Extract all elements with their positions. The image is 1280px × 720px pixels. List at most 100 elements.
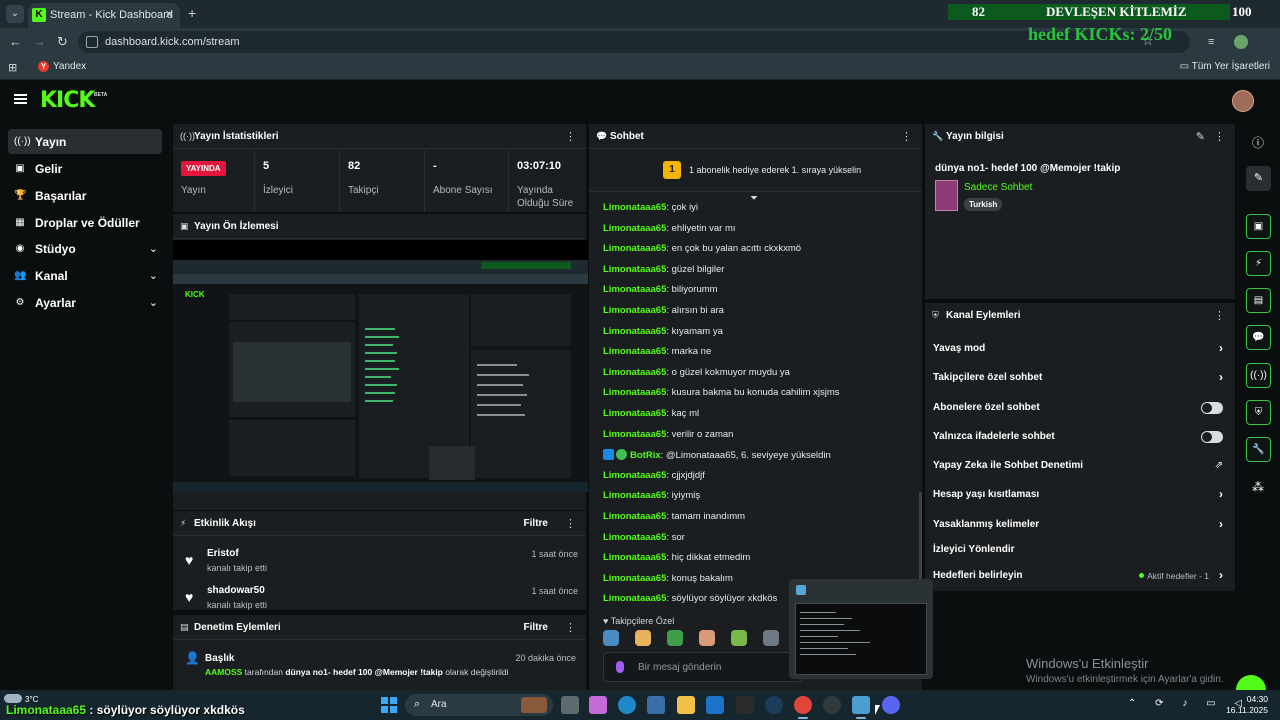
stream-category[interactable]: Sadece Sohbet	[964, 182, 1032, 193]
outlook-icon[interactable]	[706, 696, 724, 714]
chat-username[interactable]: Limonataaa65	[603, 408, 666, 419]
discord-icon[interactable]	[882, 696, 900, 714]
sidebar-item-kanal[interactable]: 👥 Kanal ⌄	[8, 263, 162, 288]
microphone-icon[interactable]	[616, 661, 624, 673]
more-options-icon[interactable]: ⋮	[1214, 130, 1225, 143]
browser-tab[interactable]: K Stream - Kick Dashboard ✕	[28, 3, 180, 28]
chat-username[interactable]: Limonataaa65	[603, 346, 666, 357]
epic-games-icon[interactable]	[736, 696, 754, 714]
site-info-icon[interactable]	[86, 36, 98, 48]
new-tab-button[interactable]: +	[188, 5, 196, 21]
sidebar-item-gelir[interactable]: ▣ Gelir	[8, 156, 162, 181]
browser-profile-avatar[interactable]	[1234, 35, 1248, 49]
more-options-icon[interactable]: ⋮	[565, 621, 576, 634]
pinned-messages-icon[interactable]: ⏷	[750, 193, 758, 204]
chat-username[interactable]: Limonataaa65	[603, 305, 666, 316]
chat-username[interactable]: Limonataaa65	[603, 552, 666, 563]
sidebar-item-yayin[interactable]: ((·)) Yayın	[8, 129, 162, 154]
emote-icon[interactable]	[731, 630, 747, 646]
action-followers-only[interactable]: Takipçilere özel sohbet ›	[925, 364, 1233, 393]
emote-only-toggle[interactable]	[1201, 431, 1223, 443]
event-user[interactable]: Eristof	[207, 548, 239, 559]
task-view-icon[interactable]	[561, 696, 579, 714]
apps-grid-icon[interactable]: ⊞	[8, 61, 17, 74]
chrome-icon[interactable]	[794, 696, 812, 714]
user-avatar[interactable]	[1232, 90, 1254, 112]
sidebar-item-ayarlar[interactable]: ⚙ Ayarlar ⌄	[8, 290, 162, 315]
action-host[interactable]: İzleyici Yönlendir	[925, 536, 1233, 565]
emote-icon[interactable]	[635, 630, 651, 646]
stats-toggle-button[interactable]: ((·))	[1246, 363, 1271, 388]
action-account-age[interactable]: Hesap yaşı kısıtlaması ›	[925, 481, 1233, 510]
moderation-toggle-button[interactable]: ▤	[1246, 288, 1271, 313]
kick-logo[interactable]: KICK	[40, 88, 95, 113]
file-explorer-icon[interactable]	[677, 696, 695, 714]
chat-username[interactable]: Limonataaa65	[603, 532, 666, 543]
more-options-icon[interactable]: ⋮	[565, 517, 576, 530]
edit-pencil-icon[interactable]: ✎	[1196, 130, 1205, 143]
obs-icon[interactable]	[823, 696, 841, 714]
subscribers-only-toggle[interactable]	[1201, 402, 1223, 414]
info-icon[interactable]: ⓘ	[1252, 134, 1264, 151]
forward-arrow-icon[interactable]: →	[33, 34, 46, 49]
chat-username[interactable]: Limonataaa65	[603, 470, 666, 481]
more-options-icon[interactable]: ⋮	[565, 130, 576, 143]
chat-username[interactable]: Limonataaa65	[603, 264, 666, 275]
taskbar-window-preview[interactable]	[789, 579, 933, 679]
activity-toggle-button[interactable]: ⚡	[1246, 251, 1271, 276]
store-icon[interactable]	[647, 696, 665, 714]
chat-username[interactable]: Limonataaa65	[603, 573, 666, 584]
steam-icon[interactable]	[765, 696, 783, 714]
filter-button[interactable]: Filtre	[524, 622, 548, 633]
streamlabs-icon[interactable]	[852, 696, 870, 714]
reload-icon[interactable]: ↻	[57, 34, 68, 50]
taskbar-search[interactable]: ⌕ Ara	[405, 694, 553, 716]
chat-username[interactable]: Limonataaa65	[603, 202, 666, 213]
chat-username[interactable]: Limonataaa65	[603, 223, 666, 234]
chat-username[interactable]: BotRix	[630, 450, 661, 461]
chat-username[interactable]: Limonataaa65	[603, 284, 666, 295]
chat-username[interactable]: Limonataaa65	[603, 429, 666, 440]
stream-preview-video[interactable]: KICK	[173, 240, 588, 492]
sidebar-item-droplar[interactable]: ▦ Droplar ve Ödüller	[8, 210, 162, 235]
action-slow-mode[interactable]: Yavaş mod ›	[925, 335, 1233, 364]
chat-username[interactable]: Limonataaa65	[603, 490, 666, 501]
chat-username[interactable]: Limonataaa65	[603, 326, 666, 337]
more-options-icon[interactable]: ⋮	[1214, 309, 1225, 322]
windows-start-button[interactable]	[381, 697, 397, 713]
preview-toggle-button[interactable]: ▣	[1246, 214, 1271, 239]
edit-layout-button[interactable]: ✎	[1246, 166, 1271, 191]
all-bookmarks[interactable]: ▭ Tüm Yer İşaretleri	[1180, 61, 1270, 72]
more-options-icon[interactable]: ⋮	[901, 130, 912, 143]
emote-icon[interactable]	[763, 630, 779, 646]
back-arrow-icon[interactable]: ←	[9, 34, 22, 49]
chat-input[interactable]: Bir mesaj gönderin	[603, 652, 803, 682]
actions-toggle-button[interactable]: ⛨	[1246, 400, 1271, 425]
copilot-icon[interactable]	[589, 696, 607, 714]
chat-username[interactable]: Limonataaa65	[603, 243, 666, 254]
sidebar-item-basarilar[interactable]: 🏆 Başarılar	[8, 183, 162, 208]
chat-username[interactable]: Limonataaa65	[603, 387, 666, 398]
menu-hamburger-icon[interactable]	[14, 94, 27, 104]
edge-icon[interactable]	[618, 696, 636, 714]
close-tab-icon[interactable]: ✕	[165, 8, 174, 21]
emote-icon[interactable]	[603, 630, 619, 646]
chat-username[interactable]: Limonataaa65	[603, 593, 666, 604]
emote-icon[interactable]	[667, 630, 683, 646]
share-icon[interactable]: ⁂	[1252, 480, 1264, 494]
taskbar-clock[interactable]: 04:30 16.11.2025	[1220, 694, 1268, 716]
event-user[interactable]: shadowar50	[207, 585, 265, 596]
category-thumbnail[interactable]	[935, 180, 958, 211]
tab-search-button[interactable]: ⌄	[6, 5, 24, 23]
emote-icon[interactable]	[699, 630, 715, 646]
filter-button[interactable]: Filtre	[524, 518, 548, 529]
chat-username[interactable]: Limonataaa65	[603, 367, 666, 378]
stream-info-toggle-button[interactable]: 🔧	[1246, 437, 1271, 462]
action-set-goals[interactable]: Hedefleri belirleyin Aktif hedefler - 1 …	[925, 562, 1233, 591]
url-bar[interactable]: dashboard.kick.com/stream	[78, 31, 1190, 53]
sidebar-item-studyo[interactable]: ◉ Stüdyo ⌄	[8, 236, 162, 261]
bookmark-yandex[interactable]: Y Yandex	[38, 61, 86, 72]
gift-sub-notice[interactable]: 1 1 abonelik hediye ederek 1. sıraya yük…	[589, 150, 922, 192]
chat-username[interactable]: Limonataaa65	[603, 511, 666, 522]
chat-toggle-button[interactable]: 💬	[1246, 325, 1271, 350]
